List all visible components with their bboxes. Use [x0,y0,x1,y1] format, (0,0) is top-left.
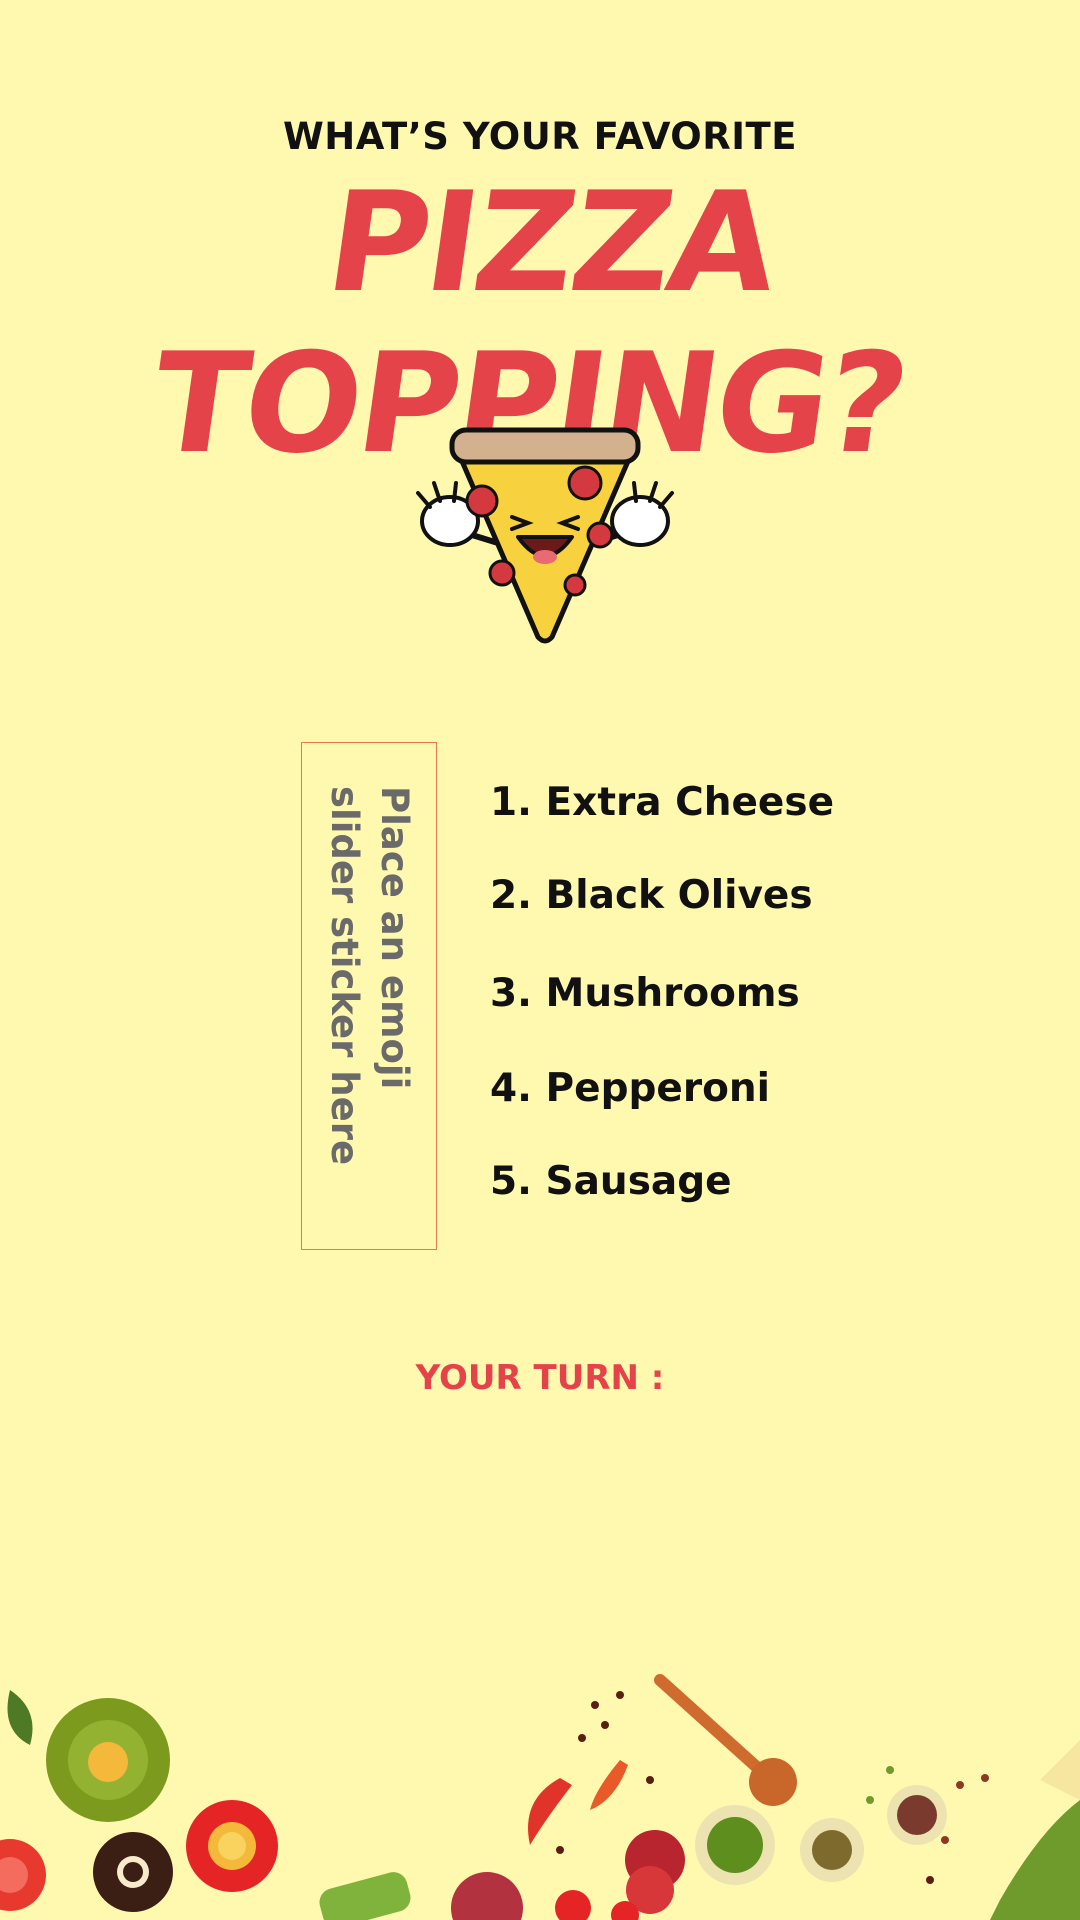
topping-item: 4. Pepperoni [490,1066,771,1111]
your-turn-label: YOUR TURN : [415,1358,665,1398]
topping-item: 2. Black Olives [490,873,813,918]
slider-placeholder-text: Place an emoji slider sticker here [323,786,416,1166]
emoji-slider-placeholder[interactable]: Place an emoji slider sticker here [301,742,437,1250]
pizza-mascot-icon [416,427,674,644]
topping-item: 1. Extra Cheese [490,780,835,825]
topping-item: 3. Mushrooms [490,971,800,1016]
header-subtitle: WHAT’S YOUR FAVORITE [282,115,798,158]
food-decoration-icon [0,1674,1080,1920]
topping-item: 5. Sausage [490,1159,732,1204]
